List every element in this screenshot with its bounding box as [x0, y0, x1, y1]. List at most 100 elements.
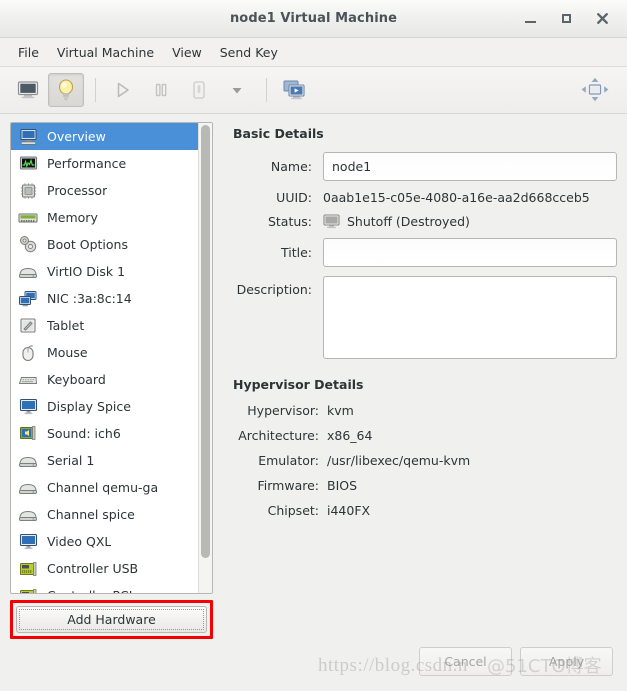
- title-row: Title:: [233, 238, 617, 267]
- sidebar-item-label: Overview: [47, 129, 106, 144]
- chipset-label: Chipset:: [267, 503, 319, 518]
- apply-button[interactable]: Apply: [520, 646, 613, 676]
- lightbulb-icon: [58, 79, 74, 101]
- sidebar-item-label: VirtIO Disk 1: [47, 264, 126, 279]
- hypervisor-row: Hypervisor: kvm: [233, 403, 617, 418]
- toolbar-separator: [95, 78, 96, 102]
- display-icon: [17, 532, 39, 552]
- window-controls: [521, 10, 627, 28]
- firmware-row: Firmware: BIOS: [233, 478, 617, 493]
- controller-card-icon: [17, 559, 39, 579]
- sidebar-item-nic[interactable]: NIC :3a:8c:14: [11, 285, 198, 312]
- sidebar-item-mouse[interactable]: Mouse: [11, 339, 198, 366]
- sidebar-item-performance[interactable]: Performance: [11, 150, 198, 177]
- emulator-row: Emulator: /usr/libexec/qemu-kvm: [233, 453, 617, 468]
- sidebar-item-label: Channel spice: [47, 507, 135, 522]
- sidebar-item-channel-spice[interactable]: Channel spice: [11, 501, 198, 528]
- status-label: Status:: [267, 214, 312, 229]
- basic-details-title: Basic Details: [233, 126, 324, 141]
- status-text: Shutoff (Destroyed): [347, 214, 470, 229]
- pause-icon: [155, 83, 167, 97]
- main-content: Overview Performance Processor Memory Bo…: [0, 114, 627, 639]
- details-panel: Basic Details Name: node1 UUID: 0aab1e15…: [213, 122, 617, 639]
- hardware-list-scrollbar[interactable]: [198, 123, 212, 593]
- cancel-button[interactable]: Cancel: [419, 646, 512, 676]
- name-row: Name: node1: [233, 152, 617, 181]
- play-icon: [117, 82, 129, 98]
- add-hardware-highlight: Add Hardware: [10, 600, 213, 639]
- snapshots-button[interactable]: [276, 73, 312, 107]
- keyboard-icon: [17, 370, 39, 390]
- description-textarea[interactable]: [323, 276, 617, 359]
- fullscreen-button[interactable]: [577, 73, 613, 107]
- menu-send-key[interactable]: Send Key: [211, 42, 287, 63]
- title-input[interactable]: [323, 238, 617, 267]
- sidebar-item-label: Memory: [47, 210, 98, 225]
- sidebar-item-label: Processor: [47, 183, 108, 198]
- add-hardware-button[interactable]: Add Hardware: [16, 606, 207, 633]
- computer-icon: [17, 127, 39, 147]
- sidebar-item-video-qxl[interactable]: Video QXL: [11, 528, 198, 555]
- menu-virtual-machine[interactable]: Virtual Machine: [48, 42, 163, 63]
- sidebar-item-sound[interactable]: Sound: ich6: [11, 420, 198, 447]
- footer-actions: Cancel Apply: [0, 639, 627, 691]
- sidebar-item-label: Controller PCI: [47, 588, 132, 593]
- sidebar-item-tablet[interactable]: Tablet: [11, 312, 198, 339]
- shutdown-button[interactable]: [181, 73, 217, 107]
- tablet-pen-icon: [17, 316, 39, 336]
- name-value: node1: [332, 159, 372, 174]
- hypervisor-value: kvm: [327, 403, 354, 418]
- pause-button[interactable]: [143, 73, 179, 107]
- uuid-row: UUID: 0aab1e15-c05e-4080-a16e-aa2d668cce…: [233, 190, 617, 205]
- toolbar-separator-2: [266, 78, 267, 102]
- sidebar-item-label: Sound: ich6: [47, 426, 121, 441]
- run-button[interactable]: [105, 73, 141, 107]
- sidebar-item-controller-pci[interactable]: Controller PCI: [11, 582, 198, 593]
- close-icon: [596, 13, 608, 24]
- show-details-button[interactable]: [48, 73, 84, 107]
- sidebar-item-channel-qemu-ga[interactable]: Channel qemu-ga: [11, 474, 198, 501]
- firmware-label: Firmware:: [257, 478, 320, 493]
- architecture-row: Architecture: x86_64: [233, 428, 617, 443]
- scrollbar-thumb[interactable]: [201, 125, 210, 559]
- shutdown-menu-button[interactable]: [219, 73, 255, 107]
- hypervisor-details-title: Hypervisor Details: [233, 377, 364, 392]
- sound-card-icon: [17, 424, 39, 444]
- menu-view[interactable]: View: [163, 42, 211, 63]
- serial-port-icon: [17, 505, 39, 525]
- add-hardware-label: Add Hardware: [67, 612, 156, 627]
- sidebar-item-label: Display Spice: [47, 399, 131, 414]
- sidebar-item-overview[interactable]: Overview: [11, 123, 198, 150]
- sidebar-item-processor[interactable]: Processor: [11, 177, 198, 204]
- architecture-label: Architecture:: [238, 428, 319, 443]
- close-button[interactable]: [593, 10, 611, 28]
- menu-file[interactable]: File: [9, 42, 48, 63]
- status-row: Status: Shutoff (Destroyed): [233, 214, 617, 229]
- architecture-value: x86_64: [327, 428, 373, 443]
- sidebar-item-label: Video QXL: [47, 534, 112, 549]
- snapshots-icon: [283, 80, 305, 100]
- sidebar-item-label: Tablet: [47, 318, 85, 333]
- sidebar-item-virtio-disk-1[interactable]: VirtIO Disk 1: [11, 258, 198, 285]
- emulator-label: Emulator:: [258, 453, 319, 468]
- sidebar-item-controller-usb[interactable]: Controller USB: [11, 555, 198, 582]
- name-input[interactable]: node1: [323, 152, 617, 181]
- sidebar-item-label: NIC :3a:8c:14: [47, 291, 132, 306]
- sidebar-item-serial-1[interactable]: Serial 1: [11, 447, 198, 474]
- chipset-value: i440FX: [327, 503, 371, 518]
- apply-label: Apply: [548, 653, 585, 669]
- power-icon: [193, 81, 205, 99]
- minimize-button[interactable]: [521, 10, 539, 28]
- status-value-group: Shutoff (Destroyed): [323, 214, 470, 229]
- firmware-value: BIOS: [327, 478, 358, 493]
- sidebar-item-keyboard[interactable]: Keyboard: [11, 366, 198, 393]
- sidebar-item-label: Performance: [47, 156, 127, 171]
- performance-graph-icon: [17, 154, 39, 174]
- sidebar-item-display-spice[interactable]: Display Spice: [11, 393, 198, 420]
- maximize-button[interactable]: [557, 10, 575, 28]
- sidebar-item-boot-options[interactable]: Boot Options: [11, 231, 198, 258]
- chevron-down-icon: [232, 88, 242, 94]
- sidebar-item-memory[interactable]: Memory: [11, 204, 198, 231]
- show-console-button[interactable]: [10, 73, 46, 107]
- sidebar-item-label: Boot Options: [47, 237, 128, 252]
